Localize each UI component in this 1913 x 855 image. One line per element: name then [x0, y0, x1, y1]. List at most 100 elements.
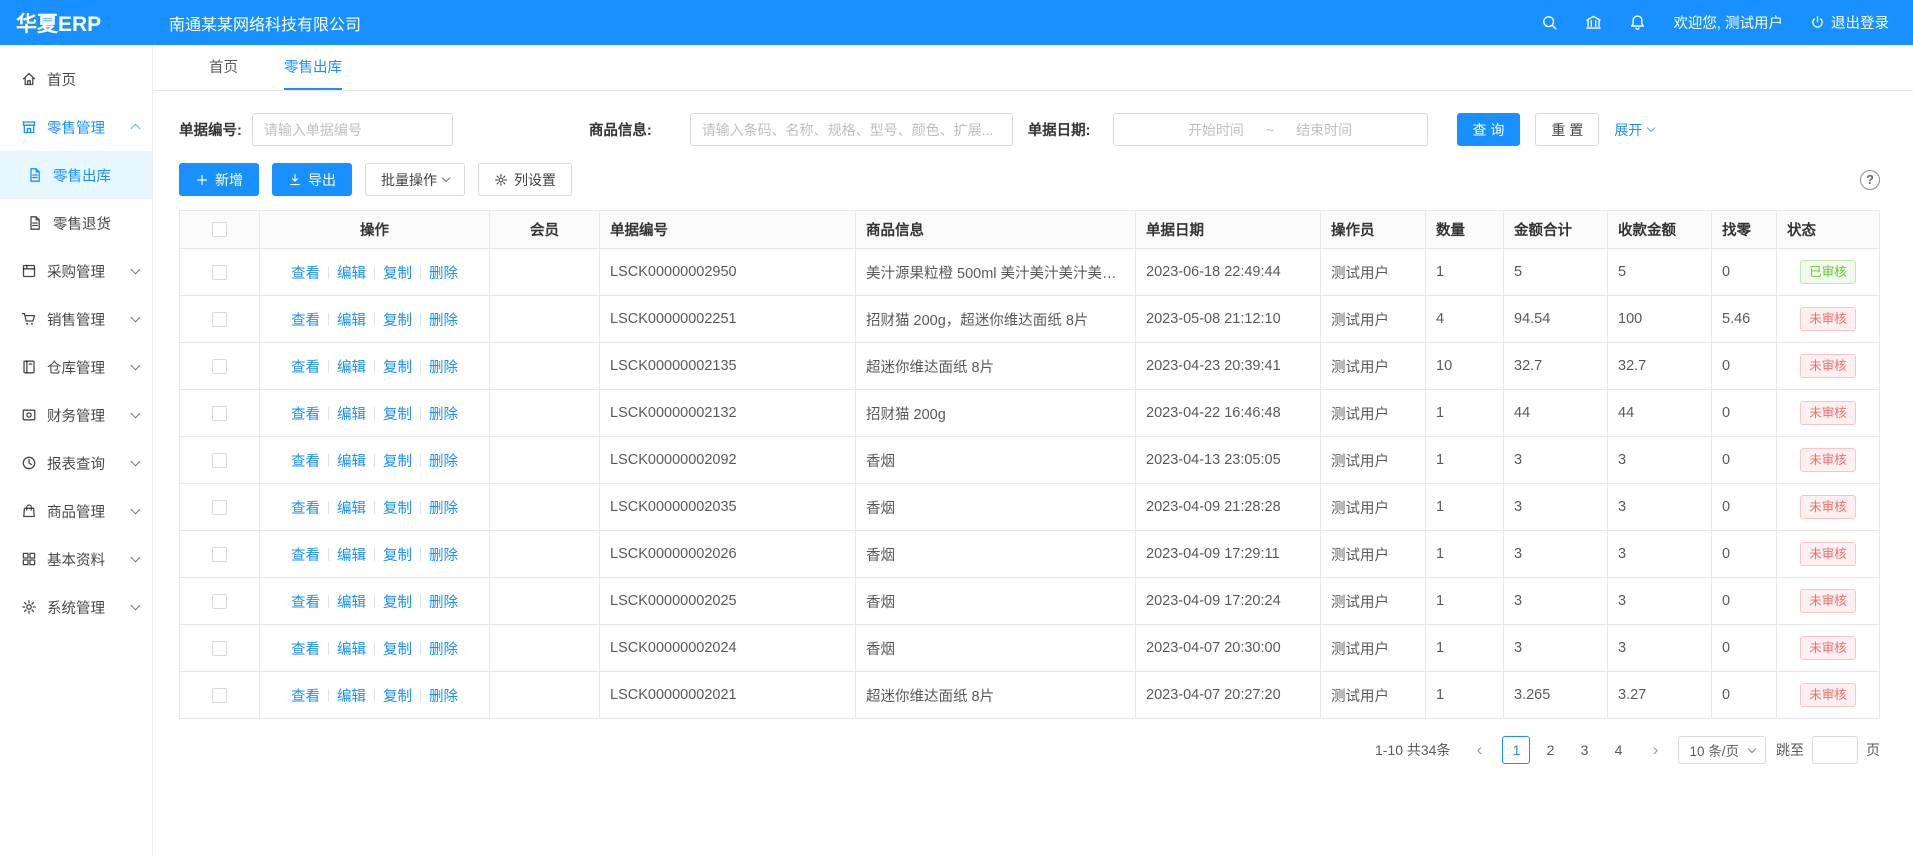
row-checkbox[interactable] — [212, 594, 227, 609]
help-icon[interactable]: ? — [1860, 170, 1880, 190]
row-action-edit[interactable]: 编辑 — [337, 685, 366, 706]
row-checkbox[interactable] — [212, 265, 227, 280]
row-action-copy[interactable]: 复制 — [383, 450, 412, 471]
row-action-copy[interactable]: 复制 — [383, 309, 412, 330]
sidebar-subitem-retail-outbound[interactable]: 零售出库 — [0, 151, 152, 199]
row-action-edit[interactable]: 编辑 — [337, 638, 366, 659]
row-action-edit[interactable]: 编辑 — [337, 309, 366, 330]
row-action-view[interactable]: 查看 — [291, 685, 320, 706]
row-checkbox[interactable] — [212, 688, 227, 703]
cell-product: 超迷你维达面纸 8片 — [856, 672, 1136, 719]
row-action-delete[interactable]: 删除 — [429, 638, 458, 659]
next-page-button[interactable]: › — [1642, 736, 1668, 764]
sidebar-item-home[interactable]: 首页 — [0, 55, 152, 103]
row-action-view[interactable]: 查看 — [291, 544, 320, 565]
cell-received: 32.7 — [1608, 343, 1712, 390]
row-action-view[interactable]: 查看 — [291, 591, 320, 612]
cell-change: 0 — [1712, 531, 1777, 578]
row-action-edit[interactable]: 编辑 — [337, 262, 366, 283]
row-action-delete[interactable]: 删除 — [429, 356, 458, 377]
row-action-edit[interactable]: 编辑 — [337, 544, 366, 565]
sidebar-item-sales-mgmt[interactable]: 销售管理 — [0, 295, 152, 343]
sidebar-item-basic-data[interactable]: 基本资料 — [0, 535, 152, 583]
row-action-edit[interactable]: 编辑 — [337, 356, 366, 377]
page-number-1[interactable]: 1 — [1502, 736, 1530, 764]
row-action-copy[interactable]: 复制 — [383, 356, 412, 377]
row-action-view[interactable]: 查看 — [291, 450, 320, 471]
row-checkbox[interactable] — [212, 359, 227, 374]
expand-toggle[interactable]: 展开 — [1614, 120, 1654, 140]
row-action-view[interactable]: 查看 — [291, 262, 320, 283]
sidebar-item-retail-mgmt[interactable]: 零售管理 — [0, 103, 152, 151]
row-action-edit[interactable]: 编辑 — [337, 403, 366, 424]
tab-home[interactable]: 首页 — [209, 45, 238, 90]
row-action-copy[interactable]: 复制 — [383, 403, 412, 424]
row-action-edit[interactable]: 编辑 — [337, 591, 366, 612]
row-action-copy[interactable]: 复制 — [383, 262, 412, 283]
row-action-copy[interactable]: 复制 — [383, 685, 412, 706]
prev-page-button[interactable]: ‹ — [1466, 736, 1492, 764]
bank-icon[interactable] — [1585, 14, 1602, 31]
cell-product: 超迷你维达面纸 8片 — [856, 343, 1136, 390]
batch-operations-button[interactable]: 批量操作 — [365, 163, 465, 196]
bell-icon[interactable] — [1629, 14, 1646, 31]
row-action-view[interactable]: 查看 — [291, 638, 320, 659]
sidebar-subitem-retail-return[interactable]: 零售退货 — [0, 199, 152, 247]
row-action-view[interactable]: 查看 — [291, 403, 320, 424]
row-checkbox[interactable] — [212, 547, 227, 562]
row-checkbox[interactable] — [212, 406, 227, 421]
reset-button[interactable]: 重 置 — [1535, 113, 1599, 146]
jump-page-input[interactable] — [1812, 736, 1858, 764]
action-divider — [420, 407, 421, 420]
page-size-select[interactable]: 10 条/页 — [1678, 736, 1766, 764]
column-settings-button[interactable]: 列设置 — [478, 163, 572, 196]
row-action-copy[interactable]: 复制 — [383, 591, 412, 612]
row-action-edit[interactable]: 编辑 — [337, 497, 366, 518]
row-checkbox[interactable] — [212, 641, 227, 656]
row-action-delete[interactable]: 删除 — [429, 309, 458, 330]
doc-number-input[interactable] — [252, 113, 453, 146]
sidebar-item-label: 仓库管理 — [47, 357, 122, 378]
sidebar-item-warehouse-mgmt[interactable]: 仓库管理 — [0, 343, 152, 391]
money-icon — [21, 407, 37, 423]
cell-qty: 1 — [1426, 437, 1504, 484]
select-all-checkbox[interactable] — [212, 222, 227, 237]
add-button[interactable]: 新增 — [179, 163, 259, 196]
row-action-delete[interactable]: 删除 — [429, 262, 458, 283]
row-action-delete[interactable]: 删除 — [429, 497, 458, 518]
cell-total: 94.54 — [1504, 296, 1608, 343]
date-range-picker[interactable]: 开始时间 ~ 结束时间 — [1113, 113, 1428, 146]
sidebar-item-system-mgmt[interactable]: 系统管理 — [0, 583, 152, 631]
row-action-copy[interactable]: 复制 — [383, 638, 412, 659]
row-action-delete[interactable]: 删除 — [429, 403, 458, 424]
row-action-view[interactable]: 查看 — [291, 497, 320, 518]
search-icon[interactable] — [1541, 14, 1558, 31]
page-number-4[interactable]: 4 — [1604, 736, 1632, 764]
row-action-delete[interactable]: 删除 — [429, 685, 458, 706]
sidebar-item-finance-mgmt[interactable]: 财务管理 — [0, 391, 152, 439]
sidebar-item-purchase-mgmt[interactable]: 采购管理 — [0, 247, 152, 295]
row-action-copy[interactable]: 复制 — [383, 497, 412, 518]
cell-member — [490, 578, 600, 625]
row-action-copy[interactable]: 复制 — [383, 544, 412, 565]
page-number-3[interactable]: 3 — [1570, 736, 1598, 764]
row-checkbox[interactable] — [212, 500, 227, 515]
row-action-view[interactable]: 查看 — [291, 309, 320, 330]
row-action-delete[interactable]: 删除 — [429, 544, 458, 565]
row-action-edit[interactable]: 编辑 — [337, 450, 366, 471]
sidebar-item-report-query[interactable]: 报表查询 — [0, 439, 152, 487]
row-action-view[interactable]: 查看 — [291, 356, 320, 377]
page-number-2[interactable]: 2 — [1536, 736, 1564, 764]
search-button[interactable]: 查 询 — [1457, 113, 1521, 146]
sidebar-item-product-mgmt[interactable]: 商品管理 — [0, 487, 152, 535]
export-button[interactable]: 导出 — [272, 163, 352, 196]
row-action-delete[interactable]: 删除 — [429, 591, 458, 612]
logout-button[interactable]: 退出登录 — [1810, 12, 1889, 33]
action-divider — [328, 595, 329, 608]
row-action-delete[interactable]: 删除 — [429, 450, 458, 471]
product-info-input[interactable] — [690, 113, 1013, 146]
row-checkbox[interactable] — [212, 312, 227, 327]
cell-member — [490, 625, 600, 672]
tab-retail-outbound[interactable]: 零售出库 — [284, 45, 342, 90]
row-checkbox[interactable] — [212, 453, 227, 468]
